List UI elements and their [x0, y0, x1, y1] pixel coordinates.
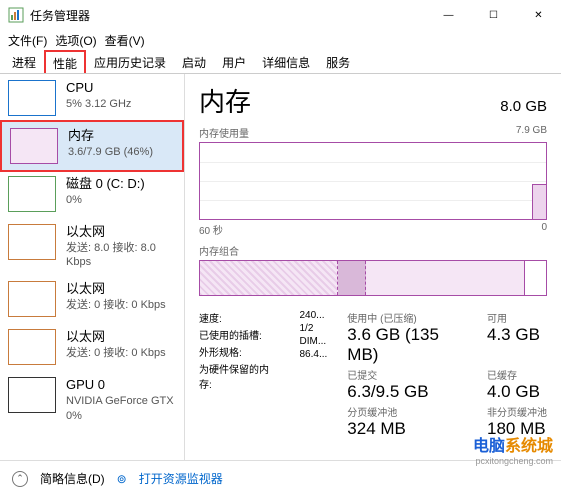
- minimize-button[interactable]: —: [426, 0, 471, 30]
- commit-label: 已提交: [347, 367, 467, 382]
- tab-performance[interactable]: 性能: [44, 50, 86, 73]
- avail-value: 4.3 GB: [487, 325, 547, 345]
- memory-composition-chart: [199, 260, 547, 296]
- form-value: DIM...: [299, 336, 327, 347]
- close-button[interactable]: ✕: [516, 0, 561, 30]
- chevron-up-icon[interactable]: ⌃: [12, 471, 28, 487]
- cpu-graph-icon: [8, 80, 56, 116]
- speed-label: 速度:: [199, 310, 279, 325]
- sidebar-title: GPU 0: [66, 377, 174, 394]
- window-title: 任务管理器: [30, 7, 426, 24]
- reserved-value: 86.4...: [299, 349, 327, 360]
- menu-options[interactable]: 选项(O): [53, 32, 98, 49]
- sidebar-item-disk[interactable]: 磁盘 0 (C: D:)0%: [0, 170, 184, 218]
- tab-services[interactable]: 服务: [318, 50, 358, 73]
- sidebar-title: 以太网: [66, 224, 176, 241]
- axis-left: 60 秒: [199, 222, 223, 237]
- composition-label: 内存组合: [199, 243, 239, 258]
- tab-details[interactable]: 详细信息: [254, 50, 318, 73]
- slots-value: 1/2: [299, 323, 327, 334]
- sidebar-title: 以太网: [66, 329, 166, 346]
- memory-graph-icon: [10, 128, 58, 164]
- inuse-label: 使用中 (已压缩): [347, 310, 467, 325]
- tab-processes[interactable]: 进程: [4, 50, 44, 73]
- sidebar: CPU5% 3.12 GHz 内存3.6/7.9 GB (46%) 磁盘 0 (…: [0, 74, 185, 460]
- main-panel: 内存 8.0 GB 内存使用量 7.9 GB 60 秒 0 内存组合 使用中 (…: [185, 74, 561, 460]
- page-title: 内存: [199, 82, 251, 119]
- paged-label: 分页缓冲池: [347, 404, 467, 419]
- usage-label: 内存使用量: [199, 125, 249, 140]
- sidebar-item-ethernet-0[interactable]: 以太网发送: 8.0 接收: 8.0 Kbps: [0, 218, 184, 275]
- speed-value: 240...: [299, 310, 327, 321]
- sidebar-title: 以太网: [66, 281, 166, 298]
- slots-label: 已使用的插槽:: [199, 327, 279, 342]
- sidebar-item-memory[interactable]: 内存3.6/7.9 GB (46%): [0, 120, 184, 172]
- commit-value: 6.3/9.5 GB: [347, 382, 467, 402]
- tab-startup[interactable]: 启动: [174, 50, 214, 73]
- resource-monitor-link[interactable]: 打开资源监视器: [139, 470, 223, 487]
- sidebar-title: CPU: [66, 80, 131, 97]
- cached-value: 4.0 GB: [487, 382, 547, 402]
- nonpaged-label: 非分页缓冲池: [487, 404, 547, 419]
- sidebar-title: 内存: [68, 128, 153, 145]
- disk-graph-icon: [8, 176, 56, 212]
- usage-max: 7.9 GB: [516, 125, 547, 140]
- sidebar-item-cpu[interactable]: CPU5% 3.12 GHz: [0, 74, 184, 122]
- maximize-button[interactable]: ☐: [471, 0, 516, 30]
- gpu-graph-icon: [8, 377, 56, 413]
- memory-usage-chart: [199, 142, 547, 220]
- menu-file[interactable]: 文件(F): [6, 32, 49, 49]
- sidebar-item-ethernet-2[interactable]: 以太网发送: 0 接收: 0 Kbps: [0, 323, 184, 371]
- sidebar-item-gpu[interactable]: GPU 0NVIDIA GeForce GTX0%: [0, 371, 184, 428]
- watermark: 电脑系统城 pcxitongcheng.com: [473, 432, 553, 466]
- app-icon: [8, 7, 24, 23]
- inuse-value: 3.6 GB (135 MB): [347, 325, 467, 365]
- axis-right: 0: [541, 222, 547, 237]
- tab-users[interactable]: 用户: [214, 50, 254, 73]
- memory-total: 8.0 GB: [500, 98, 547, 115]
- ethernet-graph-icon: [8, 224, 56, 260]
- sidebar-item-ethernet-1[interactable]: 以太网发送: 0 接收: 0 Kbps: [0, 275, 184, 323]
- paged-value: 324 MB: [347, 419, 467, 439]
- avail-label: 可用: [487, 310, 547, 325]
- fewer-details-link[interactable]: 简略信息(D): [40, 470, 105, 487]
- menu-view[interactable]: 查看(V): [103, 32, 147, 49]
- reserved-label: 为硬件保留的内存:: [199, 361, 279, 391]
- sidebar-title: 磁盘 0 (C: D:): [66, 176, 145, 193]
- cached-label: 已缓存: [487, 367, 547, 382]
- tab-app-history[interactable]: 应用历史记录: [86, 50, 174, 73]
- ethernet-graph-icon: [8, 281, 56, 317]
- ethernet-graph-icon: [8, 329, 56, 365]
- form-label: 外形规格:: [199, 344, 279, 359]
